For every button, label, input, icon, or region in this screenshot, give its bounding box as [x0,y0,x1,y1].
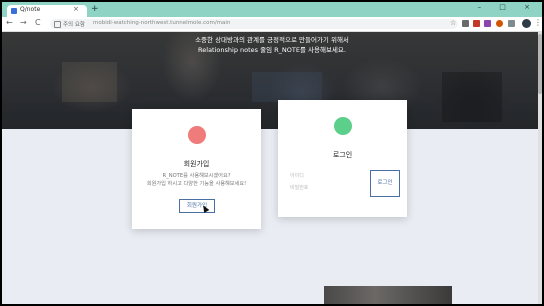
url-text[interactable]: mobidi-watching-northwest.tunnelmole.com… [93,20,230,26]
browser-toolbar: ← → C 주의 요함 mobidi-watching-northwest.tu… [2,17,542,32]
reload-button[interactable]: C [35,18,41,27]
scrollbar-thumb[interactable] [538,34,542,94]
active-tab[interactable]: Q/note × [7,5,87,17]
signup-card: 회원가입 R_NOTE를 사용해보시겠어요? 회원가입 하시고 다양한 기능을 … [132,109,261,229]
signup-button[interactable]: 회원가입 [179,199,215,213]
signup-desc-2: 회원가입 하시고 다양한 기능을 사용해보세요! [146,181,247,187]
login-password-field[interactable]: 비밀번호 [290,184,308,191]
bookmark-star-icon[interactable]: ☆ [450,19,456,27]
login-circle-icon [334,117,352,135]
signup-desc-1: R_NOTE를 사용해보시겠어요? [162,173,231,179]
extension-icon[interactable] [473,20,480,27]
back-button[interactable]: ← [6,18,13,27]
lock-icon [54,21,61,28]
new-tab-button[interactable]: + [91,4,99,14]
extension-icon[interactable] [484,20,491,27]
window-controls[interactable]: – □ × [478,3,538,11]
tab-close-icon[interactable]: × [73,5,79,13]
hero-banner: 소중한 상대방과의 관계를 긍정적으로 만들어가기 위해서 Relationsh… [2,32,542,129]
tab-title: Q/note [20,6,41,13]
login-id-field[interactable]: 아이디 [290,172,304,179]
hero-line-2: Relationship notes 줄임 R_NOTE를 사용해보세요. [198,46,346,54]
site-info-label[interactable]: 주의 요함 [63,20,85,28]
signup-title: 회원가입 [183,160,210,168]
favicon-icon [11,8,17,14]
profile-avatar[interactable] [522,19,531,28]
signup-circle-icon [188,126,206,144]
login-title: 로그인 [332,151,353,159]
address-bar[interactable]: 주의 요함 mobidi-watching-northwest.tunnelmo… [50,19,458,29]
login-button[interactable]: 로그인 [370,170,400,197]
hero-line-1: 소중한 상대방과의 관계를 긍정적으로 만들어가기 위해서 [195,36,349,44]
extensions-puzzle-icon[interactable] [508,20,515,27]
extension-icon[interactable] [496,20,503,27]
forward-button[interactable]: → [20,18,27,27]
browser-menu-icon[interactable]: ⋮ [534,18,542,27]
tab-strip: Q/note × + – □ × [2,2,542,17]
browser-window: Q/note × + – □ × ← → C 주의 요함 mobidi-watc… [2,2,542,304]
extension-icon[interactable] [462,20,469,27]
login-card: 로그인 아이디 비밀번호 로그인 [278,100,407,217]
bottom-photo [324,286,452,304]
